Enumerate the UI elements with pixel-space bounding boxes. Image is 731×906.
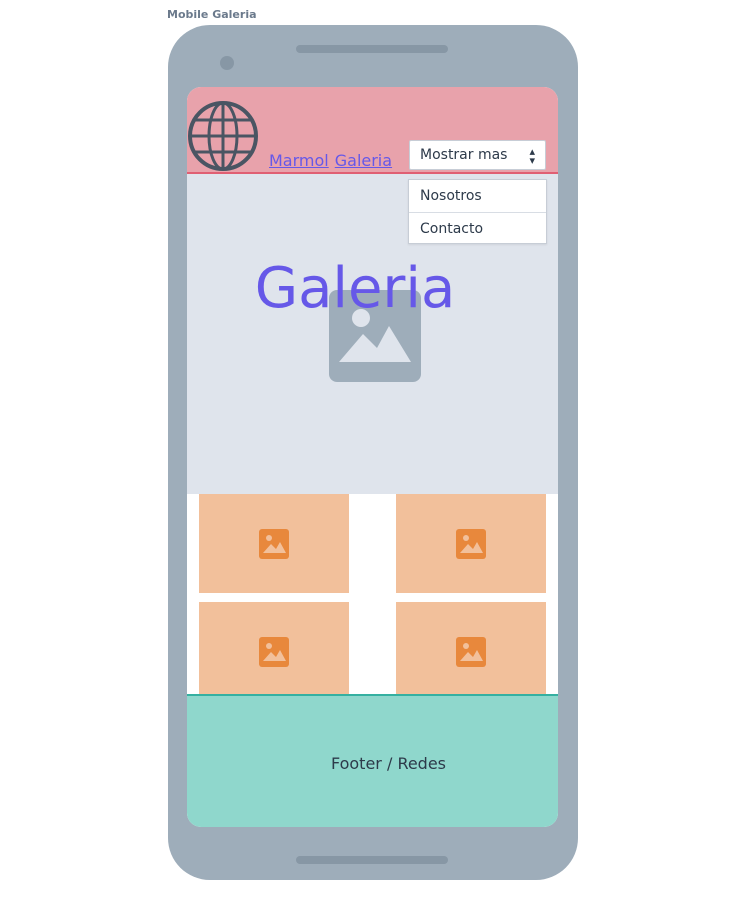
hero-title: Galeria [254,256,456,321]
phone-home-bar [296,856,448,864]
phone-frame: Marmol Galeria Mostrar mas ▴ ▾ Galeria Nos… [168,25,578,880]
phone-speaker [296,45,448,53]
image-icon [456,637,486,667]
footer-text: Footer / Redes [330,754,447,773]
globe-icon[interactable] [187,100,259,172]
menu-select[interactable]: Mostrar mas ▴ ▾ [409,140,546,170]
brand-word-galeria[interactable]: Galeria [335,151,392,170]
menu-item-contacto[interactable]: Contacto [409,212,546,245]
phone-camera [220,56,234,70]
up-down-caret-icon: ▴ ▾ [529,145,535,167]
menu-dropdown: Nosotros Contacto [408,179,547,244]
header: Marmol Galeria Mostrar mas ▴ ▾ [187,87,558,174]
footer: Footer / Redes [187,694,558,827]
phone-screen: Marmol Galeria Mostrar mas ▴ ▾ Galeria Nos… [187,87,558,827]
image-icon [259,529,289,559]
gallery-tile[interactable] [199,602,349,694]
image-icon [259,637,289,667]
image-icon [456,529,486,559]
brand-link[interactable]: Marmol Galeria [269,151,392,170]
menu-item-nosotros[interactable]: Nosotros [409,180,546,212]
gallery-tile[interactable] [199,494,349,593]
gallery-tile[interactable] [396,602,546,694]
menu-select-value: Mostrar mas [420,147,508,163]
gallery-tile[interactable] [396,494,546,593]
frame-label: Mobile Galeria [167,8,257,21]
brand-word-marmol[interactable]: Marmol [269,151,329,170]
